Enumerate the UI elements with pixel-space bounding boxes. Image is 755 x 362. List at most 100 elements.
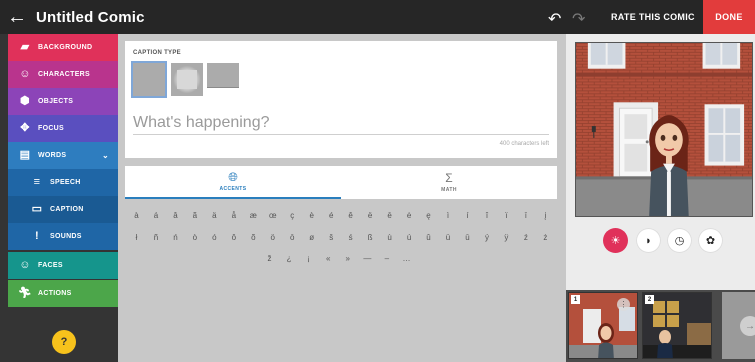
done-button[interactable]: DONE [703,0,755,34]
accent-char[interactable]: ó [209,233,220,242]
accent-char[interactable]: ż [540,233,551,242]
accent-char[interactable]: í [462,211,473,220]
accent-char[interactable]: ê [345,211,356,220]
accent-char[interactable]: à [131,211,142,220]
accent-char[interactable]: õ [248,233,259,242]
comic-scene[interactable] [575,42,753,217]
accent-char[interactable]: — [362,254,373,263]
symbol-tabs: 🌐︎ ACCENTS Σ MATH [125,166,557,199]
face-icon: ☺ [19,259,31,271]
brightness-day-button[interactable]: ☀ [603,228,628,253]
speech-bubble-icon: ▤ [19,149,31,161]
accent-char[interactable]: ¿ [284,254,295,263]
accent-char[interactable]: ú [404,233,415,242]
accent-char[interactable]: ë [365,211,376,220]
accent-char[interactable]: œ [267,211,278,220]
caption-type-bottom-bar[interactable] [207,63,239,96]
accent-char[interactable]: ÿ [501,233,512,242]
sidebar-item-words[interactable]: ▤ WORDS ⌄ [8,142,118,169]
accent-char[interactable]: ç [287,211,298,220]
accent-char[interactable]: ń [170,233,181,242]
chevron-down-icon: ⌄ [101,151,109,160]
accent-char[interactable]: æ [248,211,259,220]
sidebar-item-sounds[interactable]: ! SOUNDS [8,223,118,250]
sidebar-item-actions[interactable]: 🏃︎ ACTIONS [8,280,118,307]
accent-char[interactable]: š [326,233,337,242]
character-count: 400 characters left [499,141,549,147]
accent-char[interactable]: ö [267,233,278,242]
sidebar-item-faces[interactable]: ☺ FACES [8,252,118,279]
accent-char[interactable]: ė [404,211,415,220]
caption-panel: CAPTION TYPE 400 characters left [125,41,557,158]
accent-char[interactable]: ò [189,233,200,242]
accent-char[interactable]: ñ [150,233,161,242]
sidebar-item-focus[interactable]: ✥ FOCUS [8,115,118,142]
accent-char[interactable]: ¡ [303,254,314,263]
accent-char[interactable]: ì [443,211,454,220]
accent-char[interactable]: ž [264,254,275,263]
accent-char[interactable]: ł [131,233,142,242]
comic-title[interactable]: Untitled Comic [36,9,145,26]
caption-type-plain[interactable] [131,61,167,98]
tab-label: MATH [441,187,457,193]
accent-char[interactable]: û [423,233,434,242]
accent-char[interactable]: á [150,211,161,220]
sidebar-item-objects[interactable]: ⬢ OBJECTS [8,88,118,115]
accent-char[interactable]: ä [209,211,220,220]
accent-char[interactable]: » [342,254,353,263]
accent-char[interactable]: ø [306,233,317,242]
accent-char[interactable]: ï [501,211,512,220]
sigma-icon: Σ [445,171,453,185]
lines-icon: ≡ [33,176,41,188]
accent-char[interactable]: į [540,211,551,220]
accent-char[interactable]: … [401,254,412,263]
sidebar-item-label: BACKGROUND [38,44,93,51]
help-button[interactable]: ? [52,330,76,354]
accent-char[interactable]: « [323,254,334,263]
sidebar-item-background[interactable]: ▰ BACKGROUND [8,34,118,61]
accent-char[interactable]: ō [287,233,298,242]
undo-icon[interactable]: ↶ [548,9,561,29]
accent-row-2: łñńòóôõöōøšśßùúûüūýÿźż [131,233,551,242]
accent-char[interactable]: ô [228,233,239,242]
more-vertical-icon[interactable]: ⋮ [617,298,630,311]
accent-char[interactable]: ü [443,233,454,242]
tab-math[interactable]: Σ MATH [341,166,557,199]
accent-char[interactable]: ś [345,233,356,242]
color-palette-button[interactable]: ✿ [698,228,723,253]
accent-char[interactable]: î [481,211,492,220]
smiley-icon: ☺ [19,68,31,80]
tab-accents[interactable]: 🌐︎ ACCENTS [125,166,341,199]
accent-char[interactable]: é [326,211,337,220]
caption-type-burst[interactable] [171,63,203,96]
accent-char[interactable]: ī [520,211,531,220]
accent-char[interactable]: – [381,254,392,263]
arrow-right-icon[interactable]: → [740,316,755,336]
history-button[interactable]: ◷ [667,228,692,253]
top-bar: ← Untitled Comic ↶ ↷ RATE THIS COMIC DON… [0,0,755,34]
sidebar-item-caption[interactable]: ▭ CAPTION [8,196,118,223]
accent-char[interactable]: ę [423,211,434,220]
exclamation-icon: ! [35,230,39,242]
sidebar-item-speech[interactable]: ≡ SPEECH [8,169,118,196]
accent-char[interactable]: â [170,211,181,220]
accent-char[interactable]: ź [520,233,531,242]
rate-comic-button[interactable]: RATE THIS COMIC [611,12,695,22]
sidebar-item-label: WORDS [38,152,67,159]
accent-char[interactable]: ē [384,211,395,220]
accent-char[interactable]: ù [384,233,395,242]
accent-char[interactable]: è [306,211,317,220]
redo-icon[interactable]: ↷ [572,9,585,29]
caption-text-input[interactable] [133,111,549,135]
accent-char[interactable]: ū [462,233,473,242]
panel-thumbnail-2[interactable]: 2 [642,292,712,359]
focus-icon: ✥ [20,122,30,134]
accent-char[interactable]: å [228,211,239,220]
accent-char[interactable]: ã [189,211,200,220]
night-mode-button[interactable]: ◗ [636,228,661,253]
accent-char[interactable]: ß [365,233,376,242]
sidebar-item-characters[interactable]: ☺ CHARACTERS [8,61,118,88]
sidebar-item-label: OBJECTS [38,98,74,105]
accent-char[interactable]: ý [481,233,492,242]
back-arrow-icon[interactable]: ← [7,6,29,28]
